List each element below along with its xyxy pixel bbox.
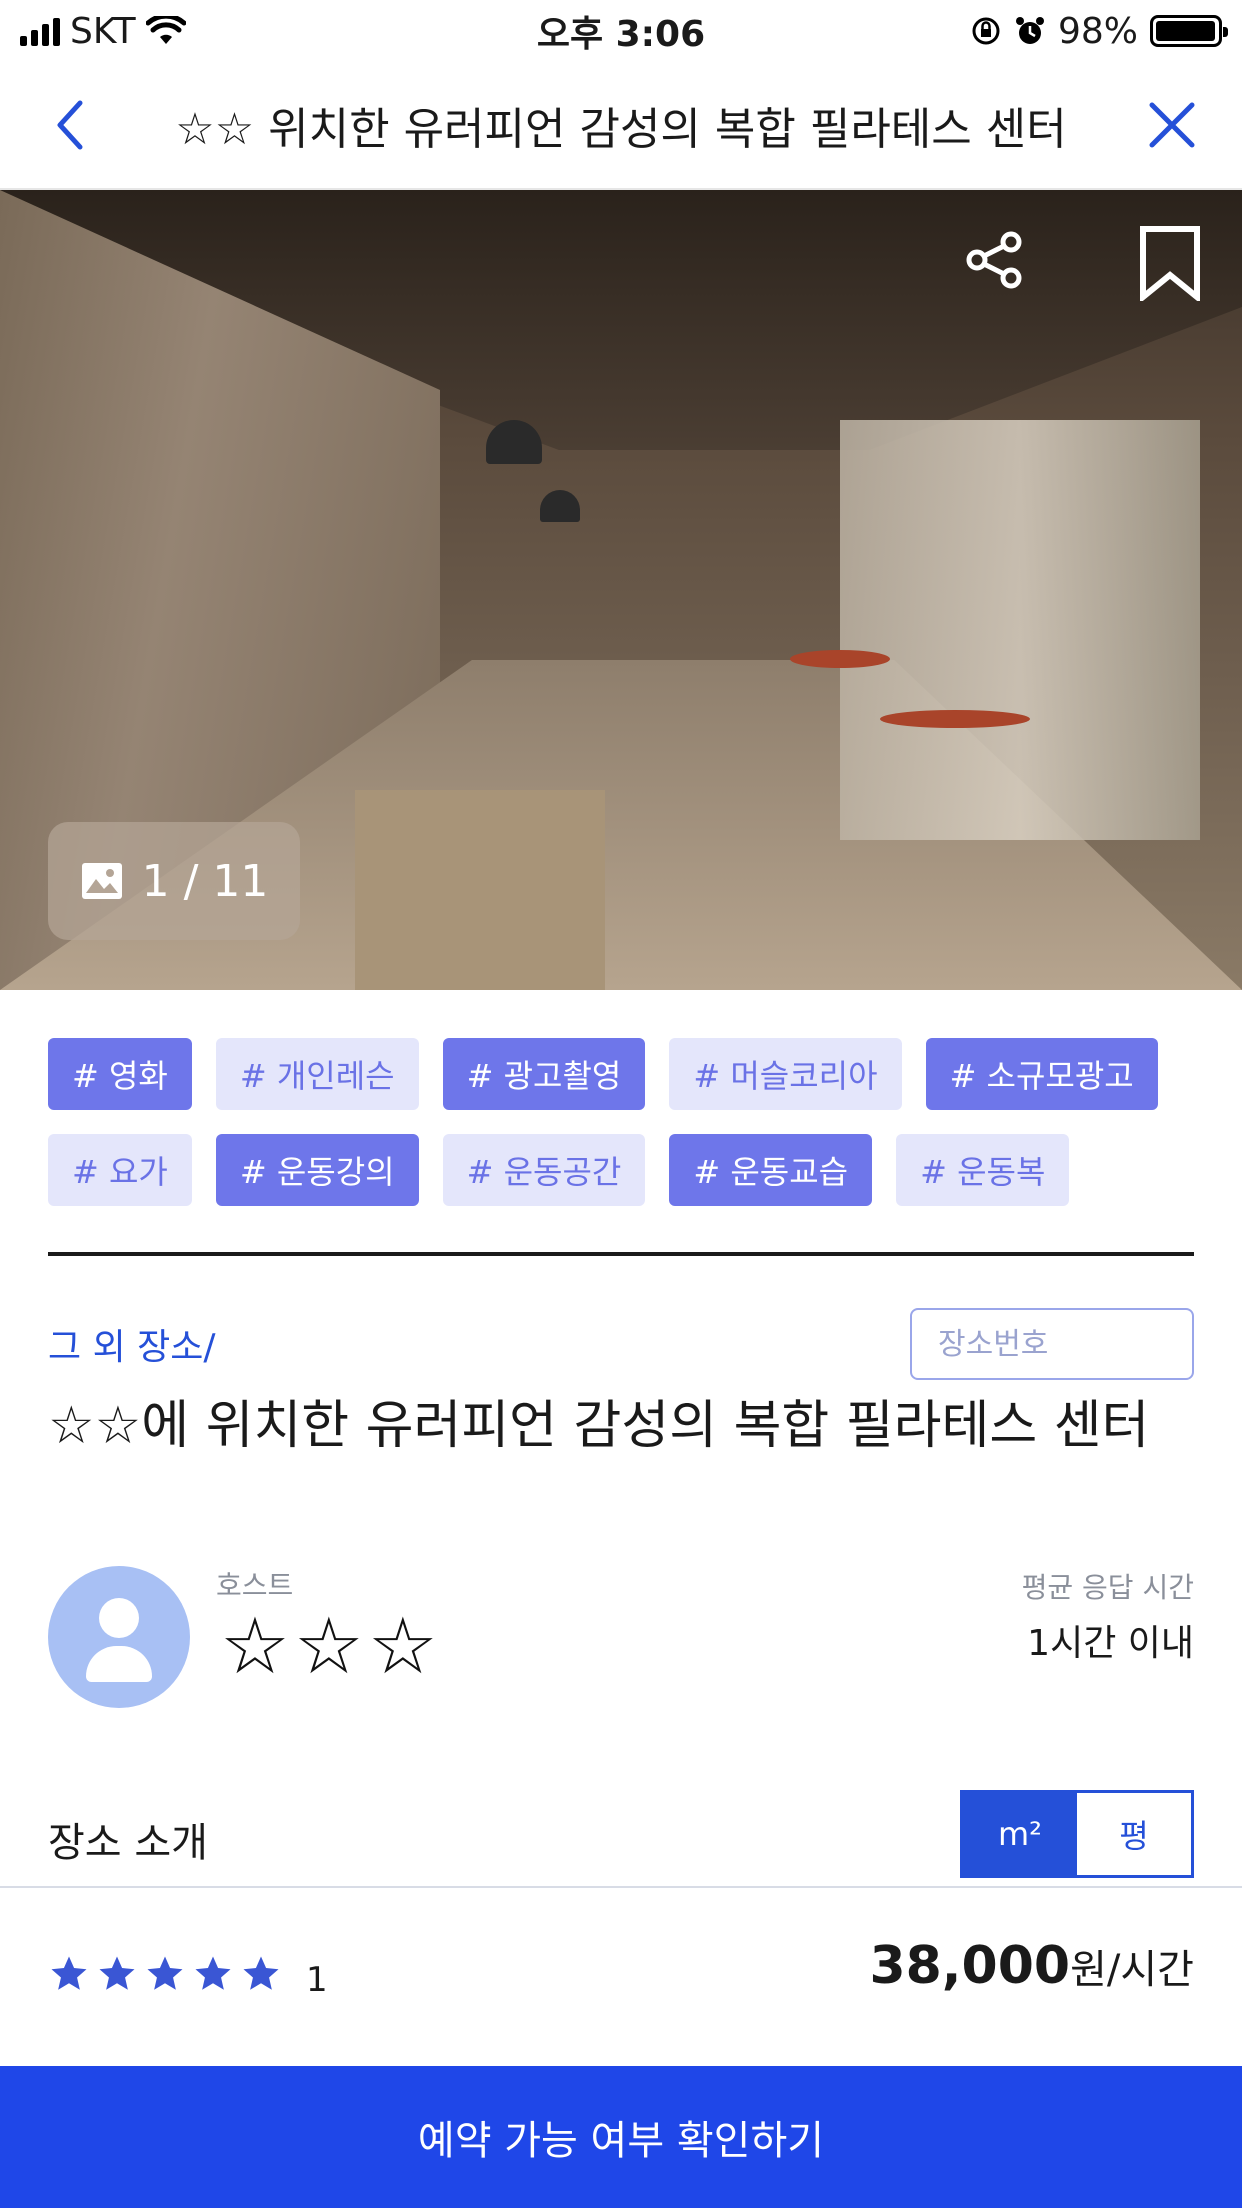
photo-gallery[interactable]: 1 / 11: [0, 190, 1242, 990]
close-button[interactable]: [1102, 61, 1242, 189]
price-block: 38,000 원/시간: [869, 1936, 1194, 1996]
intro-heading: 장소 소개: [48, 1820, 208, 1866]
header-title: ☆☆ 위치한 유러피언 감성의 복합 필라테스 센터: [175, 104, 1067, 155]
review-count[interactable]: 1: [306, 1960, 328, 2000]
tag-chip[interactable]: # 영화: [48, 1038, 192, 1110]
check-availability-button[interactable]: 예약 가능 여부 확인하기: [0, 2066, 1242, 2208]
tag-chip[interactable]: # 운동복: [896, 1134, 1070, 1206]
top-nav-bar: ☆☆ 위치한 유러피언 감성의 복합 필라테스 센터: [0, 62, 1242, 190]
star-icon: [195, 1956, 231, 1990]
share-icon: [966, 231, 1022, 289]
battery-percent: 98%: [1057, 10, 1138, 52]
response-time-value: 1시간 이내: [1027, 1623, 1194, 1664]
tag-chip[interactable]: # 개인레슨: [215, 1038, 419, 1110]
rating-stars[interactable]: [48, 1953, 282, 1995]
share-button[interactable]: [955, 220, 1035, 300]
response-time-label: 평균 응답 시간: [1021, 1571, 1194, 1604]
close-icon: [1149, 102, 1195, 148]
tag-chip[interactable]: # 광고촬영: [442, 1038, 646, 1110]
bookmark-icon: [1140, 226, 1200, 301]
wifi-icon: [145, 16, 186, 44]
tag-chip[interactable]: # 운동공간: [442, 1134, 646, 1206]
star-icon: [51, 1956, 87, 1990]
photo-table: [790, 650, 890, 668]
status-left: SKT: [20, 11, 186, 52]
section-divider: [48, 1252, 1194, 1256]
tag-chip[interactable]: # 소규모광고: [925, 1038, 1158, 1110]
tag-chip[interactable]: # 요가: [48, 1134, 192, 1206]
category-link[interactable]: 그 외 장소/: [48, 1318, 216, 1370]
price-bar: 1 38,000 원/시간: [0, 1886, 1242, 2066]
avatar[interactable]: [48, 1566, 190, 1708]
signal-icon: [20, 16, 60, 46]
star-icon: [99, 1956, 135, 1990]
tag-list: # 영화 # 개인레슨 # 광고촬영 # 머슬코리아 # 소규모광고 # 요가 # 운동강의…: [48, 1038, 1198, 1206]
photo-counter: 1 / 11: [48, 822, 300, 940]
host-name[interactable]: ☆☆☆: [220, 1602, 442, 1692]
alarm-icon: [1015, 17, 1044, 44]
photo-glass-door: [840, 420, 1200, 840]
chevron-left-icon: [57, 100, 83, 150]
bookmark-button[interactable]: [1130, 220, 1210, 306]
back-button[interactable]: [0, 61, 140, 189]
place-title: ☆☆에 위치한 유러피언 감성의 복합 필라테스 센터: [48, 1396, 1150, 1456]
tag-chip[interactable]: # 운동교습: [669, 1134, 873, 1206]
area-unit-toggle: m² 평: [960, 1790, 1194, 1878]
tag-chip[interactable]: # 머슬코리아: [669, 1038, 902, 1110]
image-icon: [81, 863, 122, 899]
carrier-label: SKT: [70, 10, 136, 52]
star-icon: [147, 1956, 183, 1990]
user-icon-body: [86, 1646, 152, 1682]
host-label: 호스트: [216, 1569, 294, 1602]
battery-fill: [1156, 21, 1215, 41]
photo-counter: [355, 790, 605, 990]
battery-icon: [1150, 15, 1228, 47]
star-icon: [243, 1956, 279, 1990]
price-value: 38,000: [869, 1936, 1071, 1996]
tag-chip[interactable]: # 운동강의: [215, 1134, 419, 1206]
status-bar: SKT 오후 3:06 98%: [0, 0, 1242, 62]
unit-pyeong-button[interactable]: 평: [1077, 1793, 1191, 1875]
orientation-lock-icon: [972, 17, 1000, 45]
place-number-input[interactable]: [910, 1308, 1194, 1380]
status-right: 98%: [970, 10, 1228, 52]
photo-lamp: [540, 490, 580, 522]
user-icon: [99, 1598, 139, 1638]
unit-m2-button[interactable]: m²: [963, 1793, 1077, 1875]
photo-counter-label: 1 / 11: [141, 855, 269, 907]
price-unit: 원/시간: [1070, 1947, 1194, 1993]
photo-table: [880, 710, 1030, 728]
